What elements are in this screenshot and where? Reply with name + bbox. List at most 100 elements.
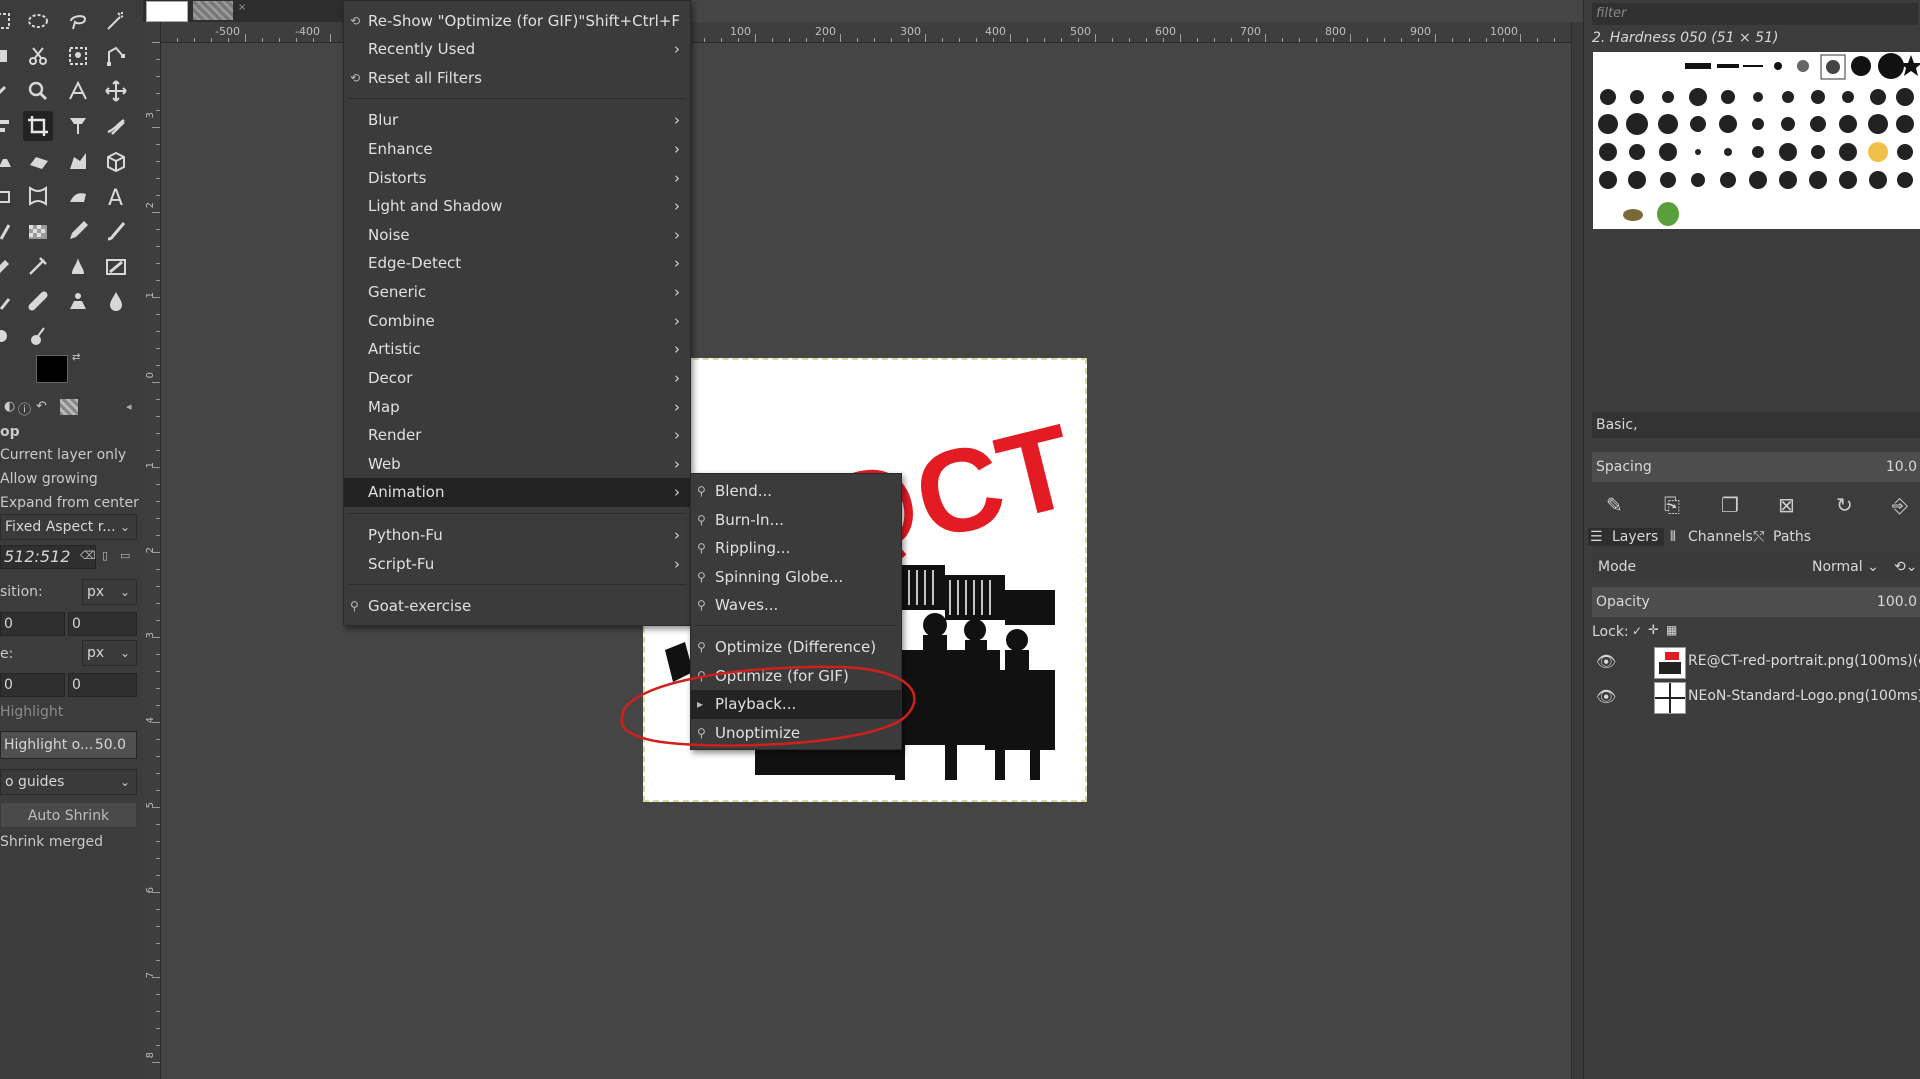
menu-item-reset-all-filters[interactable]: ⟲ Reset all Filters xyxy=(344,64,690,93)
menu-item-generic[interactable]: Generic › xyxy=(344,278,690,307)
dodge-burn-icon[interactable] xyxy=(23,321,53,351)
spacing-slider[interactable]: Spacing 10.0 xyxy=(1592,452,1920,482)
menu-item-script-fu[interactable]: Script-Fu › xyxy=(344,550,690,579)
brush-filter-input[interactable]: filter xyxy=(1592,3,1918,25)
rect-select-icon[interactable] xyxy=(0,6,16,36)
eye-icon[interactable]: 👁 xyxy=(1596,687,1616,706)
menu-item-decor[interactable]: Decor › xyxy=(344,364,690,393)
menu-item-enhance[interactable]: Enhance › xyxy=(344,135,690,164)
landscape-icon[interactable]: ▭ xyxy=(120,549,130,562)
menu-item-combine[interactable]: Combine › xyxy=(344,307,690,336)
size-x-input[interactable]: 0 xyxy=(0,673,65,697)
size-unit-dropdown[interactable]: px ⌄ xyxy=(82,640,137,666)
position-unit-dropdown[interactable]: px ⌄ xyxy=(82,579,137,605)
fuzzy-select-icon[interactable] xyxy=(101,6,131,36)
swap-colors-icon[interactable]: ⇄ xyxy=(72,352,80,363)
menu-item-animation[interactable]: Animation › xyxy=(344,478,690,507)
clone-icon[interactable] xyxy=(0,286,16,316)
menu-item-light-and-shadow[interactable]: Light and Shadow › xyxy=(344,192,690,221)
menu-item-edge-detect[interactable]: Edge-Detect › xyxy=(344,249,690,278)
tool-options-tab-icon[interactable]: ◐ xyxy=(4,399,15,414)
ellipse-select-icon[interactable] xyxy=(23,6,53,36)
auto-shrink-button[interactable]: Auto Shrink xyxy=(0,802,137,828)
layer-row[interactable]: 👁 RE@CT-red-portrait.png(100ms)(co xyxy=(1590,645,1920,679)
measure-icon[interactable] xyxy=(63,76,93,106)
fixed-aspect-dropdown[interactable]: Fixed Aspect r... ⌄ xyxy=(0,514,137,540)
portrait-icon[interactable]: ▯ xyxy=(102,549,108,562)
submenu-item-rippling[interactable]: ⚲ Rippling... xyxy=(691,534,901,563)
submenu-item-blend[interactable]: ⚲ Blend... xyxy=(691,477,901,506)
duplicate-brush-icon[interactable]: ❐ xyxy=(1721,493,1739,517)
paintbrush-icon[interactable] xyxy=(101,216,131,246)
highlight-checkbox[interactable]: Highlight xyxy=(0,704,140,720)
paths-icon[interactable] xyxy=(101,41,131,71)
configure-tab-icon[interactable]: ◂ xyxy=(126,400,132,413)
mode-reset-icon[interactable]: ⟲⌄ xyxy=(1894,552,1917,582)
move-icon[interactable] xyxy=(101,76,131,106)
shrink-merged-checkbox[interactable]: Shrink merged xyxy=(0,834,140,850)
image-tab-thumbnail-2[interactable] xyxy=(193,1,233,20)
handle-transform-icon[interactable] xyxy=(0,181,16,211)
crop-icon[interactable] xyxy=(23,111,53,141)
tab-channels[interactable]: Channels xyxy=(1672,529,1753,545)
menu-item-reshow-filter[interactable]: ⟲ Re-Show "Optimize (for GIF)" Shift+Ctrl+… xyxy=(344,7,690,36)
refresh-brushes-icon[interactable]: ↻ xyxy=(1836,493,1853,517)
scissors-icon[interactable] xyxy=(23,41,53,71)
submenu-item-spinning-globe[interactable]: ⚲ Spinning Globe... xyxy=(691,563,901,592)
menu-item-python-fu[interactable]: Python-Fu › xyxy=(344,521,690,550)
lock-alpha-icon[interactable]: ▦ xyxy=(1666,623,1677,637)
new-brush-icon[interactable]: ⎘ xyxy=(1664,493,1680,517)
shear-icon[interactable] xyxy=(0,146,16,176)
undo-history-tab-icon[interactable]: ↶ xyxy=(36,399,47,414)
pencil-icon[interactable] xyxy=(63,216,93,246)
reset-ratio-icon[interactable]: ⌫ xyxy=(80,549,96,562)
warp-grid-icon[interactable] xyxy=(23,181,53,211)
foreground-select-icon[interactable] xyxy=(63,41,93,71)
position-x-input[interactable]: 0 xyxy=(0,612,65,636)
airbrush-icon[interactable] xyxy=(23,251,53,281)
menu-item-distorts[interactable]: Distorts › xyxy=(344,164,690,193)
lasso-icon[interactable] xyxy=(63,6,93,36)
ink-icon[interactable] xyxy=(63,251,93,281)
current-layer-only-checkbox[interactable]: Current layer only xyxy=(0,447,140,463)
lock-pixels-icon[interactable]: ✓ xyxy=(1632,624,1642,638)
text-icon[interactable]: A xyxy=(101,181,131,211)
menu-item-blur[interactable]: Blur › xyxy=(344,106,690,135)
device-status-tab-icon[interactable]: ⓘ xyxy=(18,399,31,418)
menu-item-web[interactable]: Web › xyxy=(344,450,690,479)
menu-item-goat-exercise[interactable]: ⚲ Goat-exercise xyxy=(344,592,690,621)
checker-icon[interactable] xyxy=(23,216,53,246)
menu-item-noise[interactable]: Noise › xyxy=(344,221,690,250)
unified-transform-icon[interactable] xyxy=(63,111,93,141)
flip-icon[interactable] xyxy=(23,146,53,176)
size-y-input[interactable]: 0 xyxy=(68,673,137,697)
eraser-icon[interactable] xyxy=(0,251,16,281)
open-brush-folder-icon[interactable]: ⎆ xyxy=(1892,493,1908,517)
position-y-input[interactable]: 0 xyxy=(68,612,137,636)
image-tab-thumbnail[interactable] xyxy=(146,1,188,22)
cage-transform-icon[interactable] xyxy=(63,146,93,176)
submenu-item-burn-in[interactable]: ⚲ Burn-In... xyxy=(691,506,901,535)
smudge-icon[interactable] xyxy=(0,321,16,351)
brush-grid[interactable] xyxy=(1593,52,1920,229)
foreground-color-swatch[interactable] xyxy=(36,355,68,383)
allow-growing-checkbox[interactable]: Allow growing xyxy=(0,471,140,487)
align-icon[interactable] xyxy=(0,111,16,141)
menu-item-recently-used[interactable]: Recently Used › xyxy=(344,35,690,64)
images-tab-icon[interactable] xyxy=(60,399,78,415)
expand-from-center-checkbox[interactable]: Expand from center xyxy=(0,495,140,511)
color-picker-icon[interactable] xyxy=(0,76,16,106)
brush-preset-tag[interactable]: Basic, xyxy=(1592,412,1920,438)
layer-row[interactable]: 👁 NEoN-Standard-Logo.png(100ms) xyxy=(1590,680,1920,714)
guides-dropdown[interactable]: o guides ⌄ xyxy=(0,769,137,795)
delete-brush-icon[interactable]: ⊠ xyxy=(1778,493,1795,517)
opacity-slider[interactable]: Opacity 100.0 xyxy=(1592,587,1920,617)
select-by-color-icon[interactable] xyxy=(0,41,16,71)
edit-brush-icon[interactable]: ✎ xyxy=(1606,493,1623,517)
heal-icon[interactable] xyxy=(23,286,53,316)
lock-position-icon[interactable]: ✛ xyxy=(1648,623,1659,638)
highlight-opacity-slider[interactable]: Highlight o... 50.0 xyxy=(0,731,137,759)
perspective-clone-icon[interactable] xyxy=(63,286,93,316)
blur-icon[interactable] xyxy=(101,286,131,316)
close-tab-icon[interactable]: × xyxy=(238,2,246,13)
